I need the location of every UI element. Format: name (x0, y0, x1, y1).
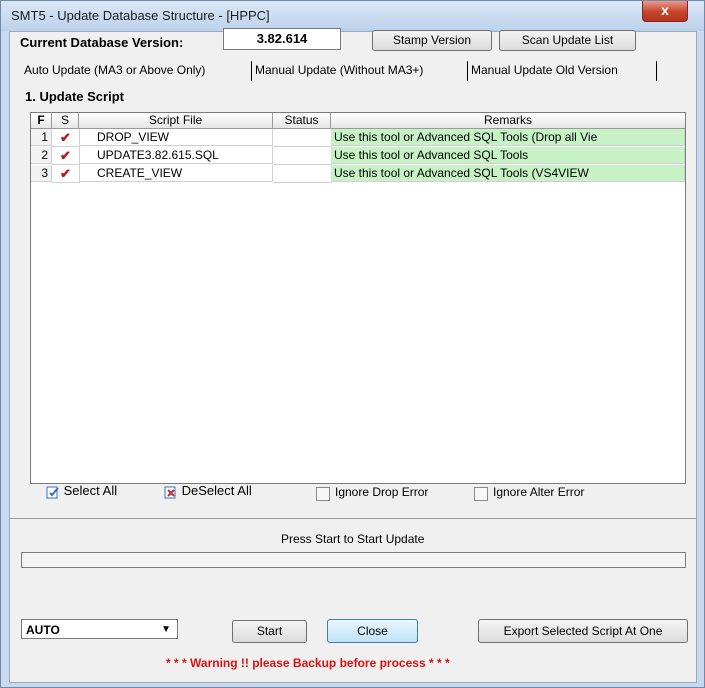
close-window-button[interactable]: x (642, 1, 688, 22)
deselect-all-icon (164, 486, 176, 499)
select-all-label: Select All (63, 483, 118, 498)
column-header-f[interactable]: F (31, 113, 52, 129)
tab-divider (467, 61, 468, 81)
row-checkmark-icon[interactable]: ✔ (52, 147, 80, 165)
stamp-version-button[interactable]: Stamp Version (372, 30, 492, 51)
tab-divider (251, 61, 252, 81)
mode-select-value: AUTO (26, 623, 60, 637)
column-header-s[interactable]: S (52, 113, 79, 129)
remarks-cell: Use this tool or Advanced SQL Tools (Dro… (331, 129, 685, 146)
backup-warning: * * * Warning !! please Backup before pr… (166, 656, 450, 670)
ignore-alter-error-label: Ignore Alter Error (493, 485, 585, 499)
tab-divider (656, 61, 657, 81)
remarks-cell: Use this tool or Advanced SQL Tools (331, 147, 685, 164)
select-all-button[interactable]: Select All (46, 483, 117, 499)
row-number: 2 (31, 147, 52, 164)
mode-select[interactable]: AUTO ▼ (21, 619, 178, 639)
status-cell (273, 129, 332, 147)
update-script-group-label: 1. Update Script (25, 89, 124, 104)
script-file-cell[interactable]: CREATE_VIEW (79, 165, 273, 182)
script-file-cell[interactable]: UPDATE3.82.615.SQL (79, 147, 273, 164)
deselect-all-label: DeSelect All (181, 483, 252, 498)
progress-bar (21, 552, 686, 568)
remarks-cell: Use this tool or Advanced SQL Tools (VS4… (331, 165, 685, 182)
column-header-status[interactable]: Status (273, 113, 331, 129)
column-header-remarks[interactable]: Remarks (331, 113, 685, 129)
scan-update-list-button[interactable]: Scan Update List (499, 30, 636, 51)
start-button[interactable]: Start (232, 620, 307, 643)
select-all-icon (46, 486, 59, 499)
status-text: Press Start to Start Update (281, 532, 425, 546)
deselect-all-button[interactable]: DeSelect All (164, 483, 252, 499)
row-number: 1 (31, 129, 52, 146)
update-script-grid[interactable]: F S Script File Status Remarks 1 ✔ DROP_… (30, 112, 686, 484)
title-bar: SMT5 - Update Database Structure - [HPPC… (1, 1, 704, 31)
version-value: 3.82.614 (223, 28, 341, 50)
ignore-drop-error-checkbox[interactable] (316, 487, 330, 501)
tab-manual-update-old[interactable]: Manual Update Old Version (471, 63, 618, 77)
separator (10, 518, 696, 519)
column-header-script-file[interactable]: Script File (79, 113, 273, 129)
tab-auto-update[interactable]: Auto Update (MA3 or Above Only) (24, 63, 205, 77)
close-button[interactable]: Close (327, 619, 418, 643)
dialog-window: SMT5 - Update Database Structure - [HPPC… (0, 0, 705, 688)
window-title: SMT5 - Update Database Structure - [HPPC… (11, 8, 270, 23)
row-checkmark-icon[interactable]: ✔ (52, 165, 80, 183)
status-cell (273, 165, 332, 183)
ignore-alter-error-checkbox[interactable] (474, 487, 488, 501)
export-selected-script-button[interactable]: Export Selected Script At One (478, 619, 688, 643)
row-checkmark-icon[interactable]: ✔ (52, 129, 80, 147)
row-number: 3 (31, 165, 52, 182)
status-cell (273, 147, 332, 165)
script-file-cell[interactable]: DROP_VIEW (79, 129, 273, 146)
ignore-drop-error-label: Ignore Drop Error (335, 485, 429, 499)
tab-manual-update[interactable]: Manual Update (Without MA3+) (255, 63, 423, 77)
version-label: Current Database Version: (20, 35, 184, 50)
chevron-down-icon: ▼ (161, 624, 171, 635)
